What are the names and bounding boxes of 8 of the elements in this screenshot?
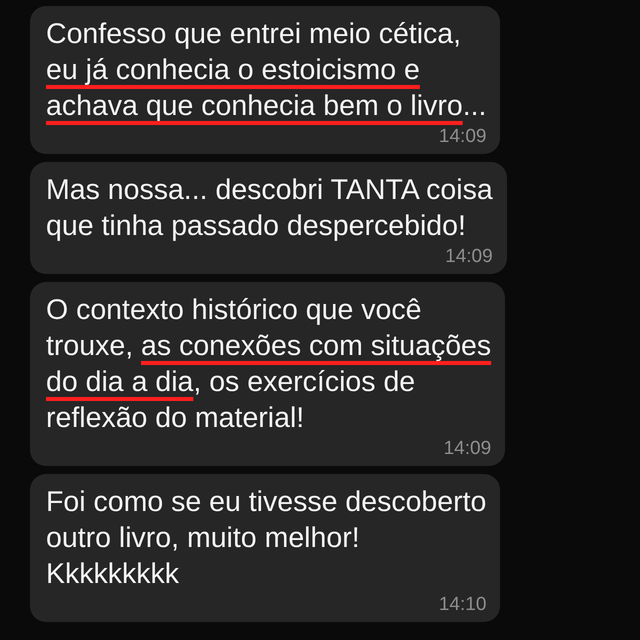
message-text: Confesso que entrei meio cética, eu já conhecia o estoicismo e achava que conhecia bem o livro... [46, 17, 486, 124]
message-text: O contexto histórico que você trouxe, as conexões com situações do dia a dia, os exercícios de reflexão do material! [46, 293, 492, 436]
message-text: Foi como se eu tivesse descoberto outro livro, muito melhor! Kkkkkkkkk [46, 485, 486, 592]
message-text: Mas nossa... descobri TANTA coisa que tinha passado despercebido! [46, 173, 493, 244]
message-time: 14:09 [445, 246, 493, 268]
message-time: 14:09 [444, 438, 492, 460]
message-time: 14:10 [438, 594, 486, 616]
message-time: 14:09 [438, 126, 486, 148]
